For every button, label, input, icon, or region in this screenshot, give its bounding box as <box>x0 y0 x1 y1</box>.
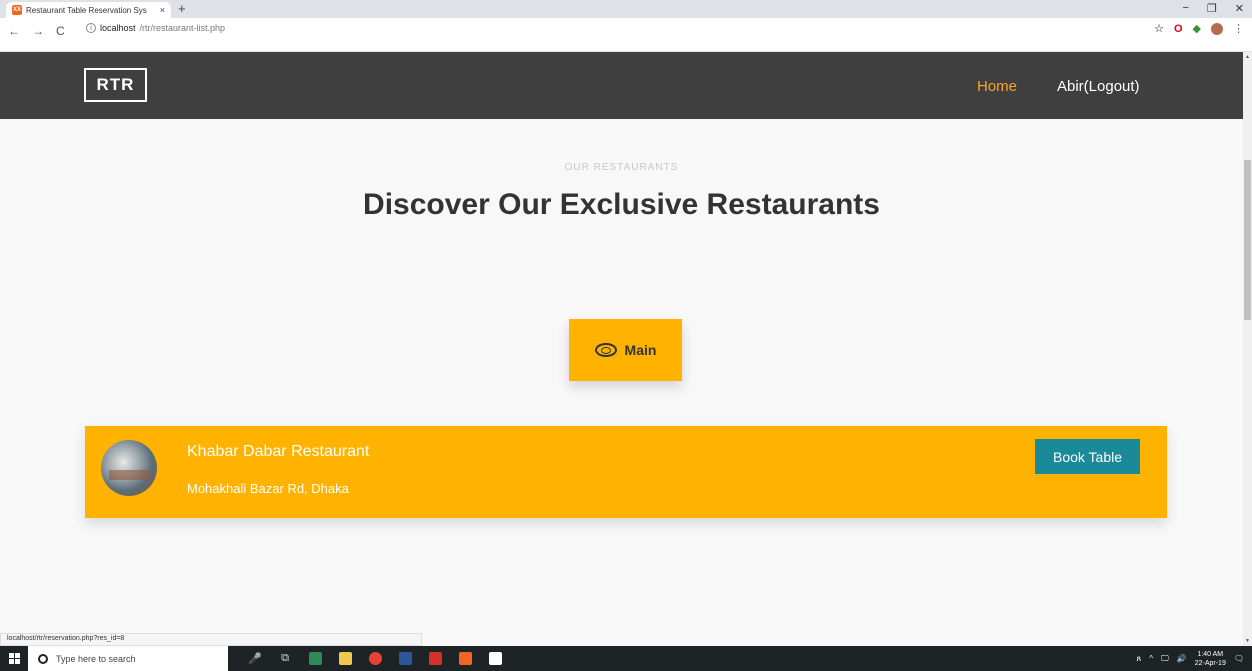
photos-icon[interactable] <box>480 646 510 671</box>
app-icon-image-viewer[interactable] <box>300 646 330 671</box>
site-logo[interactable]: RTR <box>84 68 147 102</box>
restaurant-name: Khabar Dabar Restaurant <box>187 443 370 460</box>
clock-time: 1:40 AM <box>1197 650 1224 658</box>
xampp-icon[interactable] <box>450 646 480 671</box>
food-plate-icon <box>594 343 617 357</box>
word-icon[interactable] <box>390 646 420 671</box>
start-button[interactable] <box>0 646 28 671</box>
restaurant-card: Khabar Dabar Restaurant Mohakhali Bazar … <box>85 426 1167 518</box>
restaurant-photo <box>101 440 157 496</box>
system-tray: ጸ ^ 🖵 🔊 1:40 AM 22-Apr-19 🗨 <box>1137 646 1244 671</box>
windows-logo-icon <box>8 653 20 664</box>
taskbar-apps: 🎤 ⧉ <box>240 646 510 671</box>
extension-icon[interactable]: ◆ <box>1193 22 1201 35</box>
info-icon[interactable]: i <box>86 23 96 33</box>
task-view-icon[interactable]: ⧉ <box>270 646 300 671</box>
reload-icon[interactable]: C <box>56 24 65 38</box>
page-scrollbar[interactable]: ▲ ▼ <box>1243 52 1252 646</box>
nav-logout-link[interactable]: Abir(Logout) <box>1057 78 1140 95</box>
browser-menu-icon[interactable]: ⋮ <box>1233 22 1244 35</box>
tab-title: Restaurant Table Reservation Sys <box>26 5 147 15</box>
xampp-favicon-icon: XX <box>12 5 22 15</box>
category-tab-label: Main <box>624 342 657 358</box>
close-window-button[interactable]: ✕ <box>1235 2 1244 15</box>
section-eyebrow: OUR RESTAURANTS <box>564 162 679 173</box>
scroll-up-icon[interactable]: ▲ <box>1245 54 1250 60</box>
taskbar-search-placeholder: Type here to search <box>56 653 136 664</box>
people-icon[interactable]: ጸ <box>1137 654 1142 664</box>
profile-avatar[interactable] <box>1211 22 1223 35</box>
forward-arrow-icon[interactable]: → <box>32 24 44 38</box>
notifications-icon[interactable]: 🗨 <box>1234 654 1244 663</box>
bookmark-star-icon[interactable]: ☆ <box>1154 22 1164 35</box>
new-tab-button[interactable]: + <box>178 1 186 16</box>
tab-close-icon[interactable]: × <box>160 5 165 15</box>
cortana-icon <box>38 653 48 664</box>
microphone-icon[interactable]: 🎤 <box>240 646 270 671</box>
browser-tab[interactable]: XX Restaurant Table Reservation Sys × <box>6 2 171 18</box>
opera-extension-icon[interactable]: O <box>1174 23 1183 35</box>
maximize-button[interactable]: ❐ <box>1207 2 1217 15</box>
scrollbar-thumb[interactable] <box>1244 160 1251 320</box>
url-host: localhost <box>100 23 136 33</box>
tray-expand-icon[interactable]: ^ <box>1149 654 1153 663</box>
file-explorer-icon[interactable] <box>330 646 360 671</box>
chrome-icon[interactable] <box>360 646 390 671</box>
nav-home-link[interactable]: Home <box>977 78 1017 95</box>
browser-nav: ← → C <box>8 24 65 38</box>
window-controls: − ❐ ✕ <box>1182 2 1244 15</box>
site-header: RTR Home Abir(Logout) <box>0 52 1243 119</box>
url-bar[interactable]: i localhost/rtr/restaurant-list.php <box>86 23 225 33</box>
network-icon[interactable]: 🖵 <box>1161 654 1169 664</box>
browser-tabstrip: XX Restaurant Table Reservation Sys × + … <box>0 0 1252 18</box>
status-bar-url: localhost/rtr/reservation.php?res_id=8 <box>0 633 422 646</box>
restaurant-address: Mohakhali Bazar Rd, Dhaka <box>187 481 349 496</box>
back-arrow-icon[interactable]: ← <box>8 24 20 38</box>
clock[interactable]: 1:40 AM 22-Apr-19 <box>1195 650 1226 668</box>
category-tab-main[interactable]: Main <box>569 319 682 381</box>
windows-taskbar: Type here to search 🎤 ⧉ ጸ ^ 🖵 🔊 1:40 AM … <box>0 646 1252 671</box>
minimize-button[interactable]: − <box>1182 2 1188 15</box>
browser-toolbar: ← → C i localhost/rtr/restaurant-list.ph… <box>0 18 1252 52</box>
extension-icons: ☆ O ◆ ⋮ <box>1154 22 1244 35</box>
taskbar-search[interactable]: Type here to search <box>28 646 228 671</box>
volume-icon[interactable]: 🔊 <box>1177 654 1187 663</box>
acrobat-icon[interactable] <box>420 646 450 671</box>
page-title: Discover Our Exclusive Restaurants <box>363 188 880 221</box>
scroll-down-icon[interactable]: ▼ <box>1245 638 1250 644</box>
clock-date: 22-Apr-19 <box>1194 659 1226 667</box>
url-path: /rtr/restaurant-list.php <box>139 23 226 33</box>
book-table-button[interactable]: Book Table <box>1035 439 1140 474</box>
